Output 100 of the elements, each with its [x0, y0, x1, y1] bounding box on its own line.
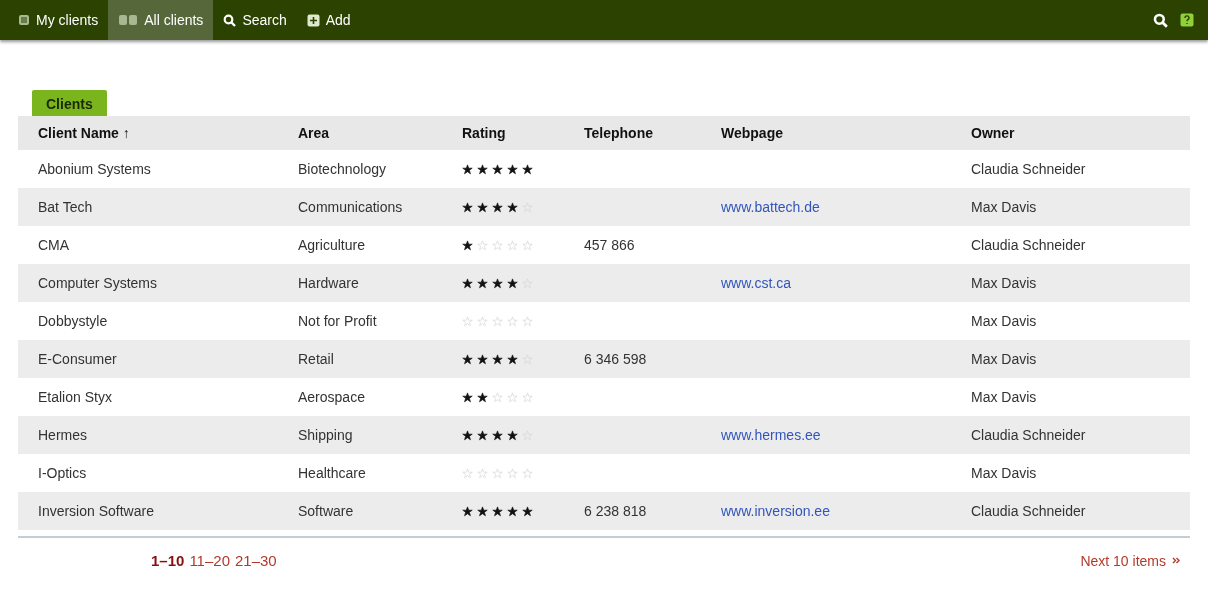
- table-cell-text: Agriculture: [298, 237, 366, 253]
- webpage-link[interactable]: www.battech.de: [721, 199, 820, 215]
- star-icon: [462, 163, 473, 175]
- stack-icon: [118, 14, 139, 26]
- star-icon: [477, 391, 488, 403]
- column-header[interactable]: Owner: [971, 125, 1190, 141]
- star-icon: [507, 163, 518, 175]
- table-cell-text: Abonium Systems: [38, 161, 152, 177]
- star-icon: [477, 429, 488, 441]
- table-row[interactable]: Bat Tech Communications www.battech.de Max Davis: [18, 188, 1190, 226]
- empty-star-icon: [522, 391, 533, 403]
- table-cell-text: Max Davis: [971, 199, 1038, 215]
- table-cell-text: Dobbystyle: [38, 313, 109, 329]
- empty-star-icon: [477, 239, 488, 251]
- table-cell-text: Hermes: [38, 427, 88, 443]
- table-row[interactable]: Inversion Software Software 6 238 818 www.inversion.ee Claudia Schneider: [18, 492, 1190, 530]
- table-cell-text: Max Davis: [971, 275, 1038, 291]
- table-cell-text: 457 866: [584, 237, 636, 253]
- table-cell-text: Claudia Schneider: [971, 427, 1087, 443]
- table-cell-text: Claudia Schneider: [971, 503, 1087, 519]
- star-icon: [462, 391, 473, 403]
- empty-star-icon: [507, 239, 518, 251]
- star-icon: [492, 429, 503, 441]
- table-row[interactable]: E-Consumer Retail 6 346 598 Max Davis: [18, 340, 1190, 378]
- column-header[interactable]: Client Name ↑: [38, 125, 298, 141]
- table-row[interactable]: Computer Systems Hardware www.cst.ca Max Davis: [18, 264, 1190, 302]
- table-cell-text: Healthcare: [298, 465, 367, 481]
- table-cell-text: Computer Systems: [38, 275, 159, 291]
- webpage-link[interactable]: www.inversion.ee: [721, 503, 830, 519]
- nav-item[interactable]: Search: [213, 0, 297, 40]
- table-cell-text: Bat Tech: [38, 199, 94, 215]
- empty-star-icon: [492, 315, 503, 327]
- table-cell-text: Claudia Schneider: [971, 161, 1087, 177]
- star-icon: [492, 277, 503, 289]
- star-icon: [462, 353, 473, 365]
- table-cell-text: Hardware: [298, 275, 360, 291]
- nav-item[interactable]: Add: [296, 0, 361, 40]
- table-cell-text: Max Davis: [971, 351, 1038, 367]
- column-header[interactable]: Telephone: [584, 125, 721, 141]
- empty-star-icon: [507, 391, 518, 403]
- nav-item[interactable]: All clients: [108, 0, 214, 40]
- star-icon: [462, 429, 473, 441]
- page-link[interactable]: 1–10: [151, 552, 185, 569]
- star-icon: [462, 277, 473, 289]
- plus-icon: [306, 13, 320, 27]
- column-header[interactable]: Webpage: [721, 125, 971, 141]
- empty-star-icon: [522, 315, 533, 327]
- table-cell-text: Max Davis: [971, 313, 1038, 329]
- nav-item[interactable]: My clients: [8, 0, 109, 40]
- webpage-link[interactable]: www.cst.ca: [721, 275, 791, 291]
- table-cell-text: 6 238 818: [584, 503, 648, 519]
- star-icon: [462, 239, 473, 251]
- table-cell-text: Etalion Styx: [38, 389, 113, 405]
- star-icon: [477, 201, 488, 213]
- star-icon: [462, 201, 473, 213]
- search-icon[interactable]: [1153, 12, 1168, 28]
- star-icon: [462, 505, 473, 517]
- empty-star-icon: [462, 315, 473, 327]
- star-icon: [507, 201, 518, 213]
- star-icon: [522, 505, 533, 517]
- empty-star-icon: [462, 467, 473, 479]
- empty-star-icon: [507, 467, 518, 479]
- star-icon: [522, 163, 533, 175]
- table-cell-text: Retail: [298, 351, 335, 367]
- star-icon: [492, 353, 503, 365]
- empty-star-icon: [507, 315, 518, 327]
- stack-icon: [18, 14, 30, 26]
- clients-tab[interactable]: Clients: [32, 90, 107, 116]
- star-icon: [507, 277, 518, 289]
- table-cell-text: CMA: [38, 237, 71, 253]
- table-cell-text: Software: [298, 503, 355, 519]
- empty-star-icon: [522, 239, 533, 251]
- table-cell-text: 6 346 598: [584, 351, 648, 367]
- star-icon: [507, 505, 518, 517]
- empty-star-icon: [477, 467, 488, 479]
- table-cell-text: Max Davis: [971, 465, 1038, 481]
- table-cell-text: Aerospace: [298, 389, 366, 405]
- table-cell-text: Biotechnology: [298, 161, 387, 177]
- star-icon: [492, 505, 503, 517]
- next-page-link[interactable]: Next 10 items: [1080, 552, 1180, 569]
- table-cell-text: Communications: [298, 199, 404, 215]
- column-header[interactable]: Rating: [462, 125, 584, 141]
- table-row[interactable]: Hermes Shipping www.hermes.ee Claudia Schneider: [18, 416, 1190, 454]
- page-link[interactable]: 11–20: [189, 552, 230, 569]
- star-icon: [492, 201, 503, 213]
- star-icon: [477, 353, 488, 365]
- table-cell-text: E-Consumer: [38, 351, 118, 367]
- help-icon[interactable]: [1180, 13, 1194, 27]
- empty-star-icon: [492, 391, 503, 403]
- page-link[interactable]: 21–30: [235, 552, 277, 569]
- star-icon: [507, 429, 518, 441]
- star-icon: [507, 353, 518, 365]
- webpage-link[interactable]: www.hermes.ee: [721, 427, 821, 443]
- table-cell-text: Inversion Software: [38, 503, 155, 519]
- empty-star-icon: [492, 239, 503, 251]
- star-icon: [477, 163, 488, 175]
- column-header[interactable]: Area: [298, 125, 462, 141]
- star-icon: [477, 505, 488, 517]
- search-icon: [223, 13, 237, 27]
- empty-star-icon: [477, 315, 488, 327]
